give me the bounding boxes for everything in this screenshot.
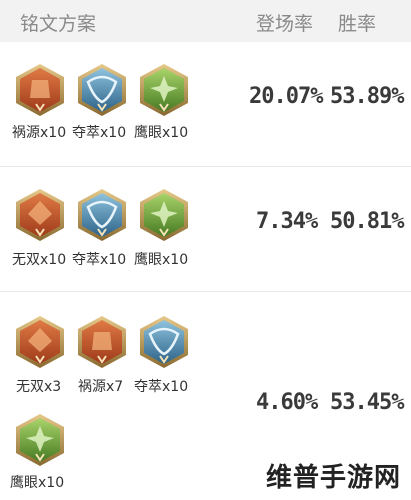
rune-label: 夺萃x10 [72,252,127,268]
rune-label: 祸源x10 [12,125,67,141]
rune-label: 祸源x7 [78,379,124,395]
win-rate: 53.89% [330,84,404,109]
rune-label: 夺萃x10 [72,125,127,141]
blue-rune-icon [76,62,128,118]
rune-label: 鹰眼x10 [134,125,189,141]
rune-label: 鹰眼x10 [10,475,65,491]
column-header-plan: 铭文方案 [20,13,97,35]
column-header-rate: 登场率 [256,13,314,35]
column-header-win: 胜率 [338,13,377,35]
win-rate: 50.81% [330,209,404,234]
appearance-rate: 7.34% [256,209,318,234]
appearance-rate: 20.07% [249,84,323,109]
blue-rune-icon [76,187,128,243]
appearance-rate: 4.60% [256,390,318,415]
win-rate: 53.45% [330,390,404,415]
rune-label: 夺萃x10 [134,379,189,395]
plan-row[interactable]: 祸源x10 夺萃x10 鹰眼x10 20.07% 53.89% [0,42,411,180]
red-rune-icon [14,187,66,243]
plan-row[interactable]: 无双x10 夺萃x10 鹰眼x10 7.34% 50.81% [0,167,411,292]
rune-label: 鹰眼x10 [134,252,189,268]
watermark-text: 维普手游网 [265,463,401,493]
red-rune-icon [14,62,66,118]
green-rune-icon [138,187,190,243]
green-rune-icon [14,412,66,468]
rune-label: 无双x10 [12,252,67,268]
red-rune-icon [14,314,66,370]
green-rune-icon [138,62,190,118]
rune-label: 无双x3 [16,379,62,395]
red-rune-icon [76,314,128,370]
header-bar: 铭文方案 登场率 胜率 [0,0,411,42]
blue-rune-icon [138,314,190,370]
